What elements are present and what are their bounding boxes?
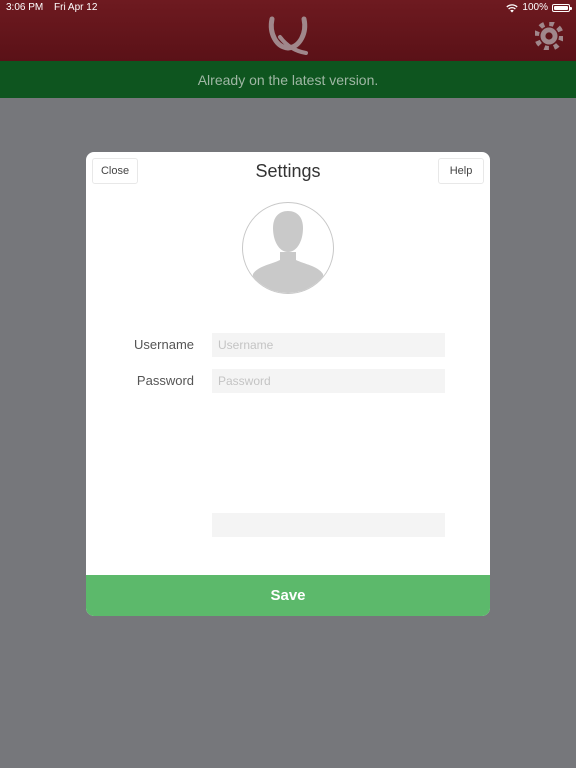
save-button[interactable]: Save — [86, 575, 490, 616]
settings-dialog: Close Settings Help Username Password Sa… — [86, 152, 490, 616]
password-label: Password — [136, 373, 194, 388]
password-input[interactable] — [212, 369, 445, 393]
battery-icon — [552, 4, 572, 12]
gear-icon[interactable] — [535, 22, 563, 50]
status-time-date: 3:06 PM Fri Apr 12 — [6, 0, 97, 16]
status-time: 3:06 PM — [6, 2, 44, 13]
status-date: Fri Apr 12 — [54, 2, 98, 13]
person-silhouette-icon[interactable] — [242, 202, 334, 294]
status-bar: 3:06 PM Fri Apr 12 100% — [0, 0, 576, 16]
username-label: Username — [134, 337, 194, 352]
stylized-q-logo-icon — [268, 16, 308, 55]
wifi-icon — [506, 4, 519, 13]
username-input[interactable] — [212, 333, 445, 357]
status-indicators: 100% — [506, 0, 572, 16]
extra-input-field[interactable] — [212, 513, 445, 537]
battery-level — [554, 6, 568, 10]
battery-percent: 100% — [522, 2, 548, 13]
help-button[interactable]: Help — [438, 158, 484, 184]
update-status-banner: Already on the latest version. — [0, 61, 576, 98]
dialog-title: Settings — [255, 161, 321, 181]
